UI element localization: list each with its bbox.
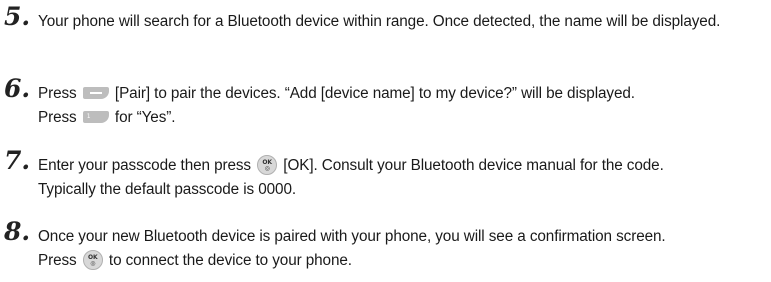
camera-icon: ◎ xyxy=(90,259,96,267)
step-text: Enter your passcode then press OK ◎ [OK].… xyxy=(38,154,766,202)
step-8: 8. Once your new Bluetooth device is pai… xyxy=(4,219,766,273)
step-text-part: Press xyxy=(38,85,81,102)
step-text-part: Press xyxy=(38,109,81,126)
step-text-part: [Pair] to pair the devices. “Add [device… xyxy=(110,85,635,102)
step-text-part: Press xyxy=(38,252,81,269)
step-7: 7. Enter your passcode then press OK ◎ [O… xyxy=(4,148,766,202)
step-text-part: for “Yes”. xyxy=(110,109,176,126)
step-text: Once your new Bluetooth device is paired… xyxy=(38,225,766,273)
step-text-part: Enter your passcode then press xyxy=(38,157,256,174)
ok-key-icon: OK ◎ xyxy=(257,154,278,175)
step-text-part: Once your new Bluetooth device is paired… xyxy=(38,228,666,245)
camera-icon: ◎ xyxy=(264,164,270,172)
step-text-part: [OK]. Consult your Bluetooth device manu… xyxy=(279,157,664,174)
step-6: 6. Press [Pair] to pair the devices. “Ad… xyxy=(4,76,766,130)
step-number: 5. xyxy=(4,2,31,31)
step-number: 8. xyxy=(4,217,31,246)
step-number: 6. xyxy=(4,74,31,103)
step-number: 7. xyxy=(4,146,31,175)
manual-page: 5. Your phone will search for a Bluetoot… xyxy=(0,0,771,282)
step-5: 5. Your phone will search for a Bluetoot… xyxy=(4,4,766,34)
left-softkey-icon xyxy=(82,86,109,99)
step-text-part: to connect the device to your phone. xyxy=(104,252,352,269)
ok-key-icon: OK ◎ xyxy=(82,249,103,270)
step-text: Your phone will search for a Bluetooth d… xyxy=(38,13,721,30)
step-text-part: Typically the default passcode is 0000. xyxy=(38,181,297,198)
one-key-icon: 1 xyxy=(82,110,109,123)
step-text: Press [Pair] to pair the devices. “Add [… xyxy=(38,82,766,130)
